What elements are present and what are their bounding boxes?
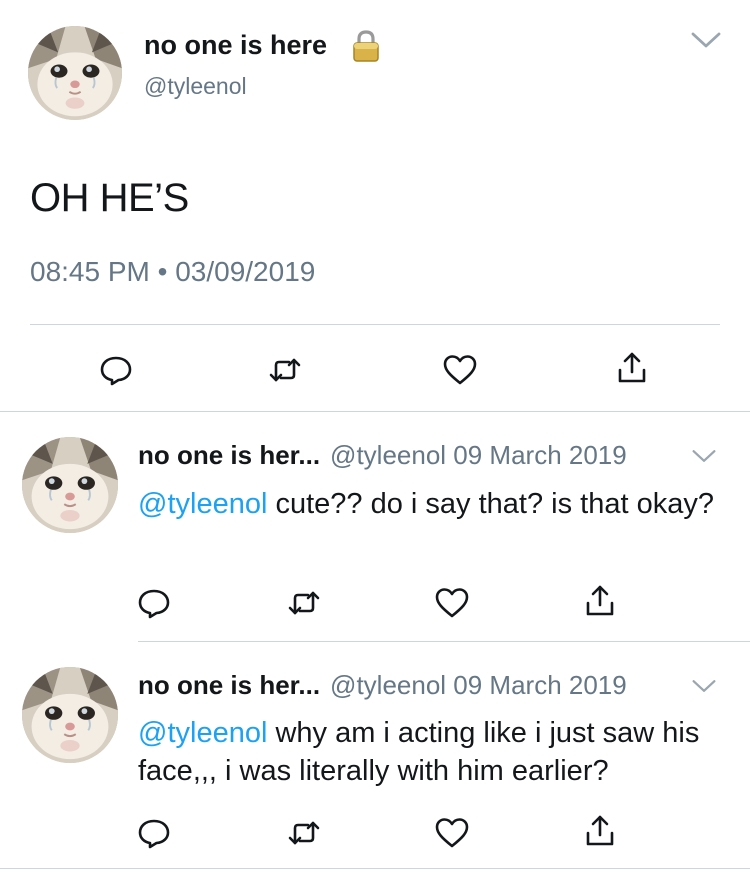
- display-name[interactable]: no one is her...: [138, 440, 320, 470]
- timestamp[interactable]: 08:45 PM • 03/09/2019: [30, 256, 315, 288]
- retweet-icon[interactable]: [284, 583, 324, 623]
- reply-header: no one is her... @tyleenol 09 March 2019: [138, 440, 627, 471]
- handle[interactable]: @tyleenol: [144, 73, 247, 100]
- chevron-down-icon[interactable]: [691, 448, 717, 464]
- handle-date[interactable]: @tyleenol 09 March 2019: [330, 440, 627, 470]
- lock-icon: [350, 28, 382, 64]
- share-icon[interactable]: [580, 811, 620, 851]
- avatar[interactable]: [22, 667, 118, 763]
- tweet-text: @tyleenol why am i acting like i just sa…: [138, 714, 728, 790]
- display-name[interactable]: no one is here: [144, 30, 327, 61]
- handle-date[interactable]: @tyleenol 09 March 2019: [330, 670, 627, 700]
- retweet-icon[interactable]: [284, 813, 324, 853]
- like-icon[interactable]: [440, 350, 480, 390]
- reply-icon[interactable]: [134, 813, 174, 853]
- avatar[interactable]: [28, 26, 122, 120]
- divider: [138, 641, 750, 642]
- mention-link[interactable]: @tyleenol: [138, 488, 267, 520]
- tweet-text: @tyleenol cute?? do i say that? is that …: [138, 485, 728, 523]
- mention-link[interactable]: @tyleenol: [138, 717, 267, 749]
- share-icon[interactable]: [612, 348, 652, 388]
- retweet-icon[interactable]: [265, 350, 305, 390]
- like-icon[interactable]: [432, 583, 472, 623]
- chevron-down-icon[interactable]: [691, 678, 717, 694]
- reply-header: no one is her... @tyleenol 09 March 2019: [138, 670, 627, 701]
- reply-body: cute?? do i say that? is that okay?: [267, 488, 714, 520]
- divider: [30, 324, 720, 325]
- avatar[interactable]: [22, 437, 118, 533]
- divider: [0, 868, 750, 869]
- divider: [0, 411, 750, 412]
- tweet-text: OH HE’S: [30, 176, 189, 220]
- reply-icon[interactable]: [96, 350, 136, 390]
- display-name[interactable]: no one is her...: [138, 670, 320, 700]
- share-icon[interactable]: [580, 581, 620, 621]
- chevron-down-icon[interactable]: [690, 30, 722, 50]
- like-icon[interactable]: [432, 813, 472, 853]
- reply-icon[interactable]: [134, 583, 174, 623]
